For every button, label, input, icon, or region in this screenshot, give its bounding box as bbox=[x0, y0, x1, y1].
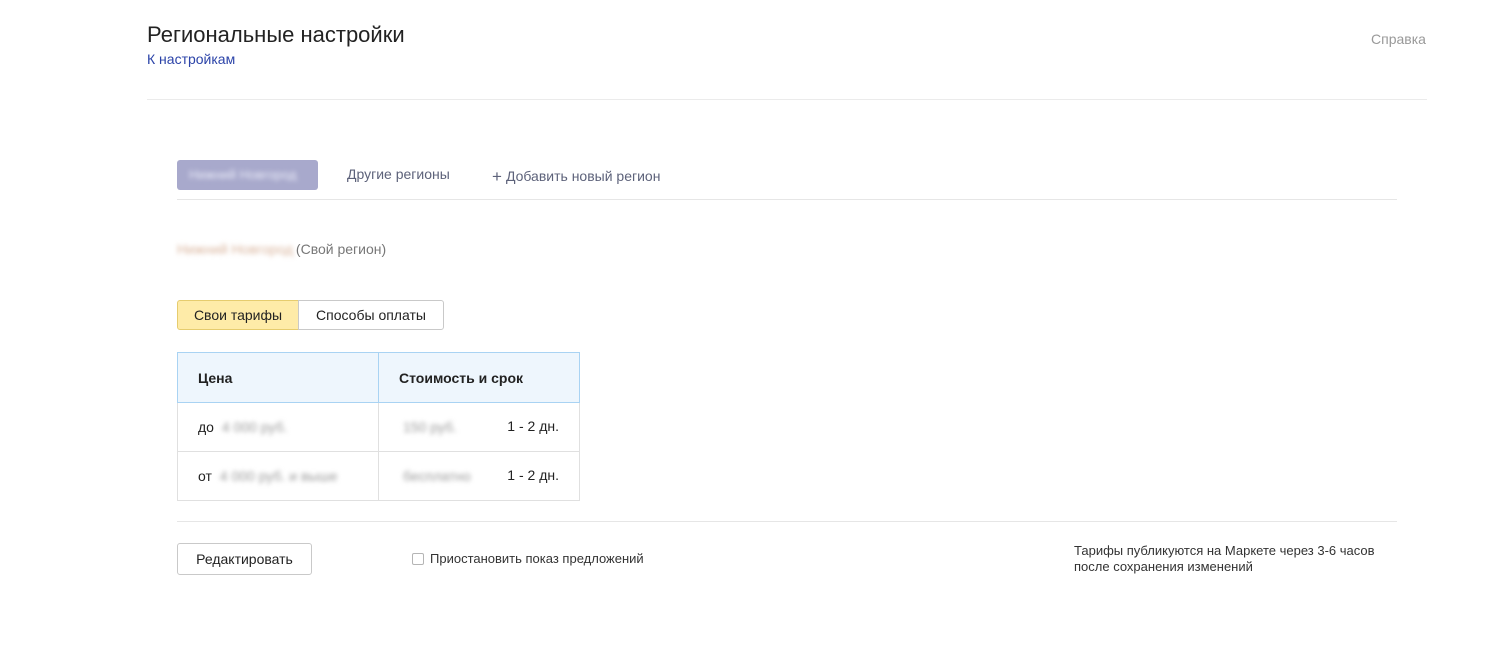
cost-cell: 150 руб. 1 - 2 дн. bbox=[378, 402, 580, 452]
suspend-offers-label: Приостановить показ предложений bbox=[430, 551, 644, 566]
segment-payment-methods[interactable]: Способы оплаты bbox=[298, 300, 444, 330]
add-region-label: Добавить новый регион bbox=[505, 168, 661, 184]
region-tab-active-label: Нижний Новгород bbox=[189, 167, 297, 182]
tariff-table: Цена Стоимость и срок до 4 000 руб. 150 … bbox=[177, 352, 580, 501]
help-link[interactable]: Справка bbox=[1371, 31, 1426, 47]
price-value: 4 000 руб. bbox=[221, 419, 288, 435]
page-title: Региональные настройки bbox=[147, 22, 405, 47]
delivery-term: 1 - 2 дн. bbox=[507, 418, 559, 434]
column-header-cost: Стоимость и срок bbox=[378, 352, 580, 403]
cost-value: бесплатно bbox=[403, 468, 471, 484]
region-suffix: (Свой регион) bbox=[295, 241, 387, 257]
tab-other-regions[interactable]: Другие регионы bbox=[347, 166, 450, 182]
footer-divider bbox=[177, 521, 1397, 522]
table-header-row: Цена Стоимость и срок bbox=[177, 352, 580, 403]
price-prefix: до bbox=[198, 419, 214, 435]
price-prefix: от bbox=[198, 468, 212, 484]
back-to-settings-link[interactable]: К настройкам bbox=[147, 51, 235, 67]
region-heading: Нижний Новгород (Свой регион) bbox=[177, 241, 386, 257]
header-divider bbox=[147, 99, 1427, 100]
suspend-offers-toggle[interactable]: Приостановить показ предложений bbox=[412, 551, 644, 566]
cost-cell: бесплатно 1 - 2 дн. bbox=[378, 451, 580, 501]
table-row: от 4 000 руб. и выше бесплатно 1 - 2 дн. bbox=[177, 451, 580, 501]
region-name: Нижний Новгород bbox=[177, 241, 293, 257]
plus-icon: + bbox=[492, 167, 502, 186]
checkbox-icon[interactable] bbox=[412, 552, 424, 565]
price-cell: от 4 000 руб. и выше bbox=[177, 451, 379, 501]
cost-value: 150 руб. bbox=[403, 419, 457, 435]
price-cell: до 4 000 руб. bbox=[177, 402, 379, 452]
tabs-divider bbox=[177, 199, 1397, 200]
table-row: до 4 000 руб. 150 руб. 1 - 2 дн. bbox=[177, 402, 580, 452]
segment-own-tariffs[interactable]: Свои тарифы bbox=[177, 300, 299, 330]
delivery-term: 1 - 2 дн. bbox=[507, 467, 559, 483]
price-value: 4 000 руб. и выше bbox=[219, 468, 338, 484]
region-tab-active[interactable]: Нижний Новгород bbox=[177, 160, 318, 190]
publish-note: Тарифы публикуются на Маркете через 3-6 … bbox=[1074, 543, 1375, 574]
edit-button[interactable]: Редактировать bbox=[177, 543, 312, 575]
column-header-price: Цена bbox=[177, 352, 379, 403]
add-region-button[interactable]: + Добавить новый регион bbox=[492, 166, 660, 186]
